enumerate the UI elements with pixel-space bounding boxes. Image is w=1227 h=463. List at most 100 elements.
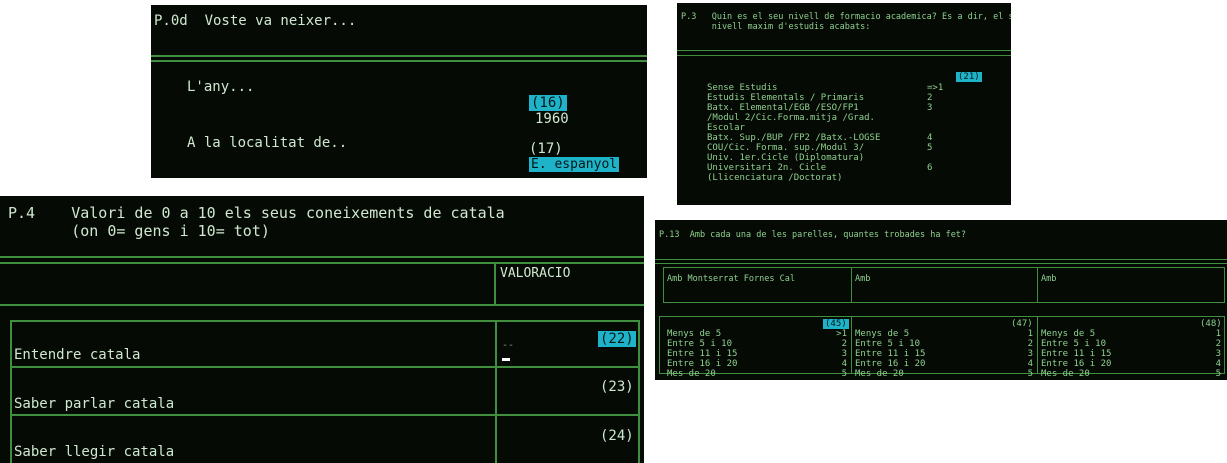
list-item[interactable]: Entre 5 i 10 2 [855,339,1033,349]
divider [0,256,644,258]
list-item[interactable]: Entre 5 i 10 2 [1041,339,1221,349]
list-item[interactable]: Estudis Elementals / Primaris 2 [707,93,967,103]
list-item[interactable]: Sense Estudis =>1 [707,83,967,93]
p13-header: P.13 Amb cada una de les parelles, quant… [659,230,967,240]
option-value: 2 [1027,339,1033,349]
rating-table [10,320,640,463]
p3-header-line1: P.3 Quin es el seu nivell de formacio ac… [681,12,1011,22]
row-divider [10,366,640,368]
column-divider [1037,316,1038,374]
option-label: Entre 5 i 10 [667,339,733,349]
list-item[interactable]: Universitari 2n. Cicle 6 [707,163,967,173]
divider [0,262,644,264]
list-item[interactable]: COU/Cic. Forma. sup./Modul 3/5 [707,143,967,153]
option-label: Univ. 1er.Cicle (Diplomatura) [707,153,865,163]
row-code-24: (24) [600,428,634,444]
option-label: Entre 16 i 20 [855,359,926,369]
option-value: 3 [1215,349,1221,359]
list-item[interactable]: Mes de 20 5 [1041,369,1221,379]
list-item[interactable]: Batx. Elemental/EGB /ESO/FP1 3 [707,103,967,113]
option-value: 4 [927,133,933,143]
option-label: Estudis Elementals / Primaris [707,93,865,103]
option-value: 6 [927,163,933,173]
list-item[interactable]: Mes de 20 5 [667,369,847,379]
column-divider [494,262,496,306]
divider [677,50,1011,51]
option-value: 2 [1215,339,1221,349]
option-label: Escolar [707,123,745,133]
col-title-2: Amb [855,274,871,284]
row-label-llegir: Saber llegir catala [14,444,175,460]
row-divider [10,414,640,416]
option-label: Mes de 20 [855,369,904,379]
column-divider [851,267,852,303]
option-value [927,173,967,183]
list-item[interactable]: Batx. Sup./BUP /FP2 /Batx.-LOGSE 4 [707,133,967,143]
column-header-box [663,267,1225,303]
col-title-1: Amb Montserrat Fornes Cal [667,274,795,284]
row-label-entendre: Entendre catala [14,347,141,363]
option-label: Universitari 2n. Cicle [707,163,827,173]
selected-marker: >1 [836,329,847,339]
list-item[interactable]: Escolar [707,123,967,133]
p3-code[interactable]: (21) [956,72,982,82]
list-item[interactable]: Menys de 5 1 [855,329,1033,339]
valoracio-header: VALORACIO [500,266,571,281]
list-item[interactable]: Entre 5 i 10 2 [667,339,847,349]
option-label: Mes de 20 [667,369,716,379]
list-item[interactable]: (Llicenciatura /Doctorat) [707,173,967,183]
list-item[interactable]: /Modul 2/Cic.Forma.mitja /Grad. [707,113,967,123]
option-value: 5 [927,143,933,153]
panel-p4: P.4 Valori de 0 a 10 els seus coneixemen… [0,196,644,463]
option-label: Menys de 5 [855,329,910,339]
row-label-parlar: Saber parlar catala [14,396,175,412]
option-label: (Llicenciatura /Doctorat) [707,173,843,183]
option-list-2: Menys de 5 1 Entre 5 i 10 2 Entre 11 i 15 3… [855,329,1033,379]
option-value: 5 [1027,369,1033,379]
list-item[interactable]: Menys de 5 >1 [667,329,847,339]
option-value: 2 [841,339,847,349]
p0d-header: P.0d Voste va neixer... [154,13,357,29]
option-value: 3 [1027,349,1033,359]
year-label: L'any... [187,79,255,95]
option-value: 4 [841,359,847,369]
option-label: Entre 11 i 15 [667,349,738,359]
year-value[interactable]: 1960 [535,111,569,127]
option-value: 3 [841,349,847,359]
list-item[interactable]: Entre 16 i 20 4 [1041,359,1221,369]
p3-options-list: Sense Estudis =>1 Estudis Elementals / Pr… [707,83,967,183]
list-item[interactable]: Entre 16 i 20 4 [855,359,1033,369]
divider [655,259,1227,260]
option-value: 5 [841,369,847,379]
rating-input-entendre[interactable]: -- [502,340,514,351]
list-item[interactable]: Entre 11 i 15 3 [667,349,847,359]
p4-header-line2: (on 0= gens i 10= tot) [8,222,270,240]
list-item[interactable]: Univ. 1er.Cicle (Diplomatura) [707,153,967,163]
option-label: Entre 5 i 10 [855,339,921,349]
option-label: Mes de 20 [1041,369,1090,379]
option-label: Sense Estudis [707,83,778,93]
row-code-22[interactable]: (22) [598,331,636,347]
option-label: Entre 16 i 20 [667,359,738,369]
list-item[interactable]: Entre 16 i 20 4 [667,359,847,369]
col-code-48: (48) [1200,319,1222,329]
option-label: Menys de 5 [1041,329,1096,339]
p3-header-line2: nivell maxim d'estudis acabats: [681,22,871,32]
option-list-3: Menys de 5 1 Entre 5 i 10 2 Entre 11 i 15 3… [1041,329,1221,379]
list-item[interactable]: Mes de 20 5 [855,369,1033,379]
column-divider [1037,267,1038,303]
year-code[interactable]: (16) [529,95,567,111]
locality-value[interactable]: E. espanyol [529,157,620,172]
panel-p3: P.3 Quin es el seu nivell de formacio ac… [677,3,1011,205]
col-title-3: Amb [1041,274,1057,284]
option-value: 1 [1027,329,1033,339]
option-label: Entre 16 i 20 [1041,359,1112,369]
col-code-45[interactable]: (45) [823,319,849,329]
list-item[interactable]: Entre 11 i 15 3 [855,349,1033,359]
option-value: 3 [927,103,933,113]
option-value: 1 [1215,329,1221,339]
list-item[interactable]: Menys de 5 1 [1041,329,1221,339]
list-item[interactable]: Entre 11 i 15 3 [1041,349,1221,359]
option-label: Batx. Elemental/EGB /ESO/FP1 [707,103,859,113]
col-code-47: (47) [1011,319,1033,329]
